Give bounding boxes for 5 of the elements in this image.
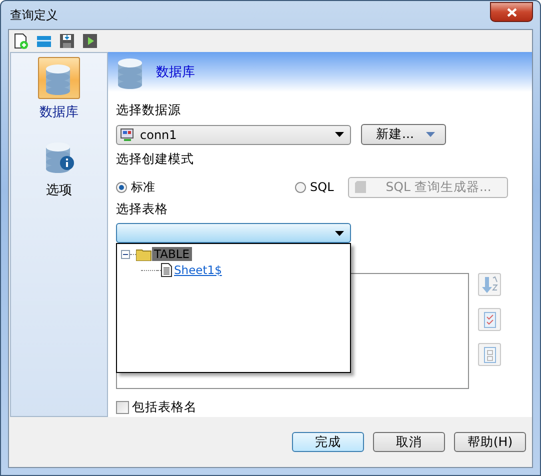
header-title: 数据库 [156,64,195,81]
field-label: 选择创建模式 [116,150,195,168]
field-label: 选择表格 [116,200,169,218]
field-label: 选择数据源 [116,101,182,119]
window-title: 查询定义 [9,6,58,24]
